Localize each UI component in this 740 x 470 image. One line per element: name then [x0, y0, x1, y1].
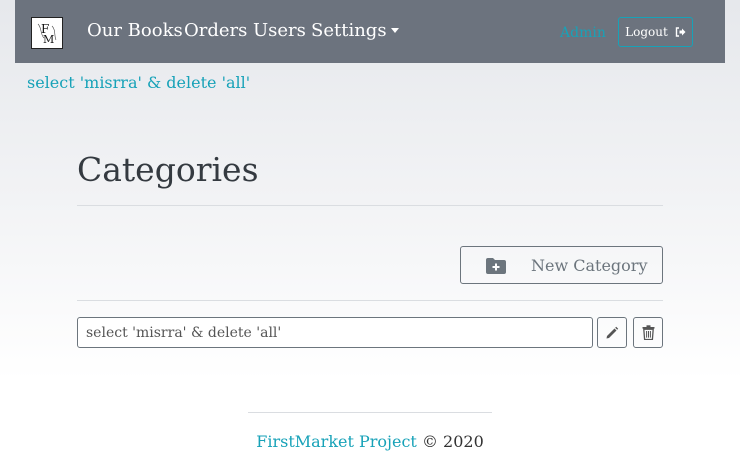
footer-copyright: © 2020: [421, 432, 484, 451]
nav-orders[interactable]: Orders: [184, 20, 247, 41]
footer-divider: [248, 412, 492, 413]
caret-down-icon: [390, 28, 399, 33]
logout-button[interactable]: Logout: [618, 17, 693, 47]
title-divider: [77, 205, 663, 206]
category-name-input[interactable]: [77, 317, 593, 348]
admin-link[interactable]: Admin: [560, 25, 606, 41]
sign-out-icon: [675, 27, 686, 37]
edit-category-button[interactable]: [597, 317, 627, 348]
footer-project-link[interactable]: FirstMarket Project: [256, 432, 417, 451]
new-category-label: New Category: [531, 256, 648, 275]
svg-text:M: M: [43, 33, 54, 46]
page-title: Categories: [77, 150, 259, 189]
nav-our-books[interactable]: Our Books: [87, 20, 183, 41]
nav-settings-label: Settings: [311, 20, 387, 41]
list-divider: [77, 300, 663, 301]
pencil-icon: [606, 326, 619, 338]
new-category-button[interactable]: New Category: [460, 246, 663, 284]
logout-label: Logout: [625, 25, 668, 39]
nav-users[interactable]: Users: [253, 20, 306, 41]
nav-settings-dropdown[interactable]: Settings: [311, 20, 399, 41]
delete-category-button[interactable]: [633, 317, 663, 348]
brand-logo[interactable]: F M: [31, 17, 63, 49]
fm-logo-icon: F M: [37, 22, 57, 46]
folder-plus-icon: [485, 257, 507, 279]
flash-message: select 'misrra' & delete 'all': [27, 73, 251, 92]
top-navbar: F M Our Books Orders Users Settings Admi…: [15, 0, 725, 63]
footer: FirstMarket Project © 2020: [0, 432, 740, 451]
trash-icon: [642, 325, 654, 340]
